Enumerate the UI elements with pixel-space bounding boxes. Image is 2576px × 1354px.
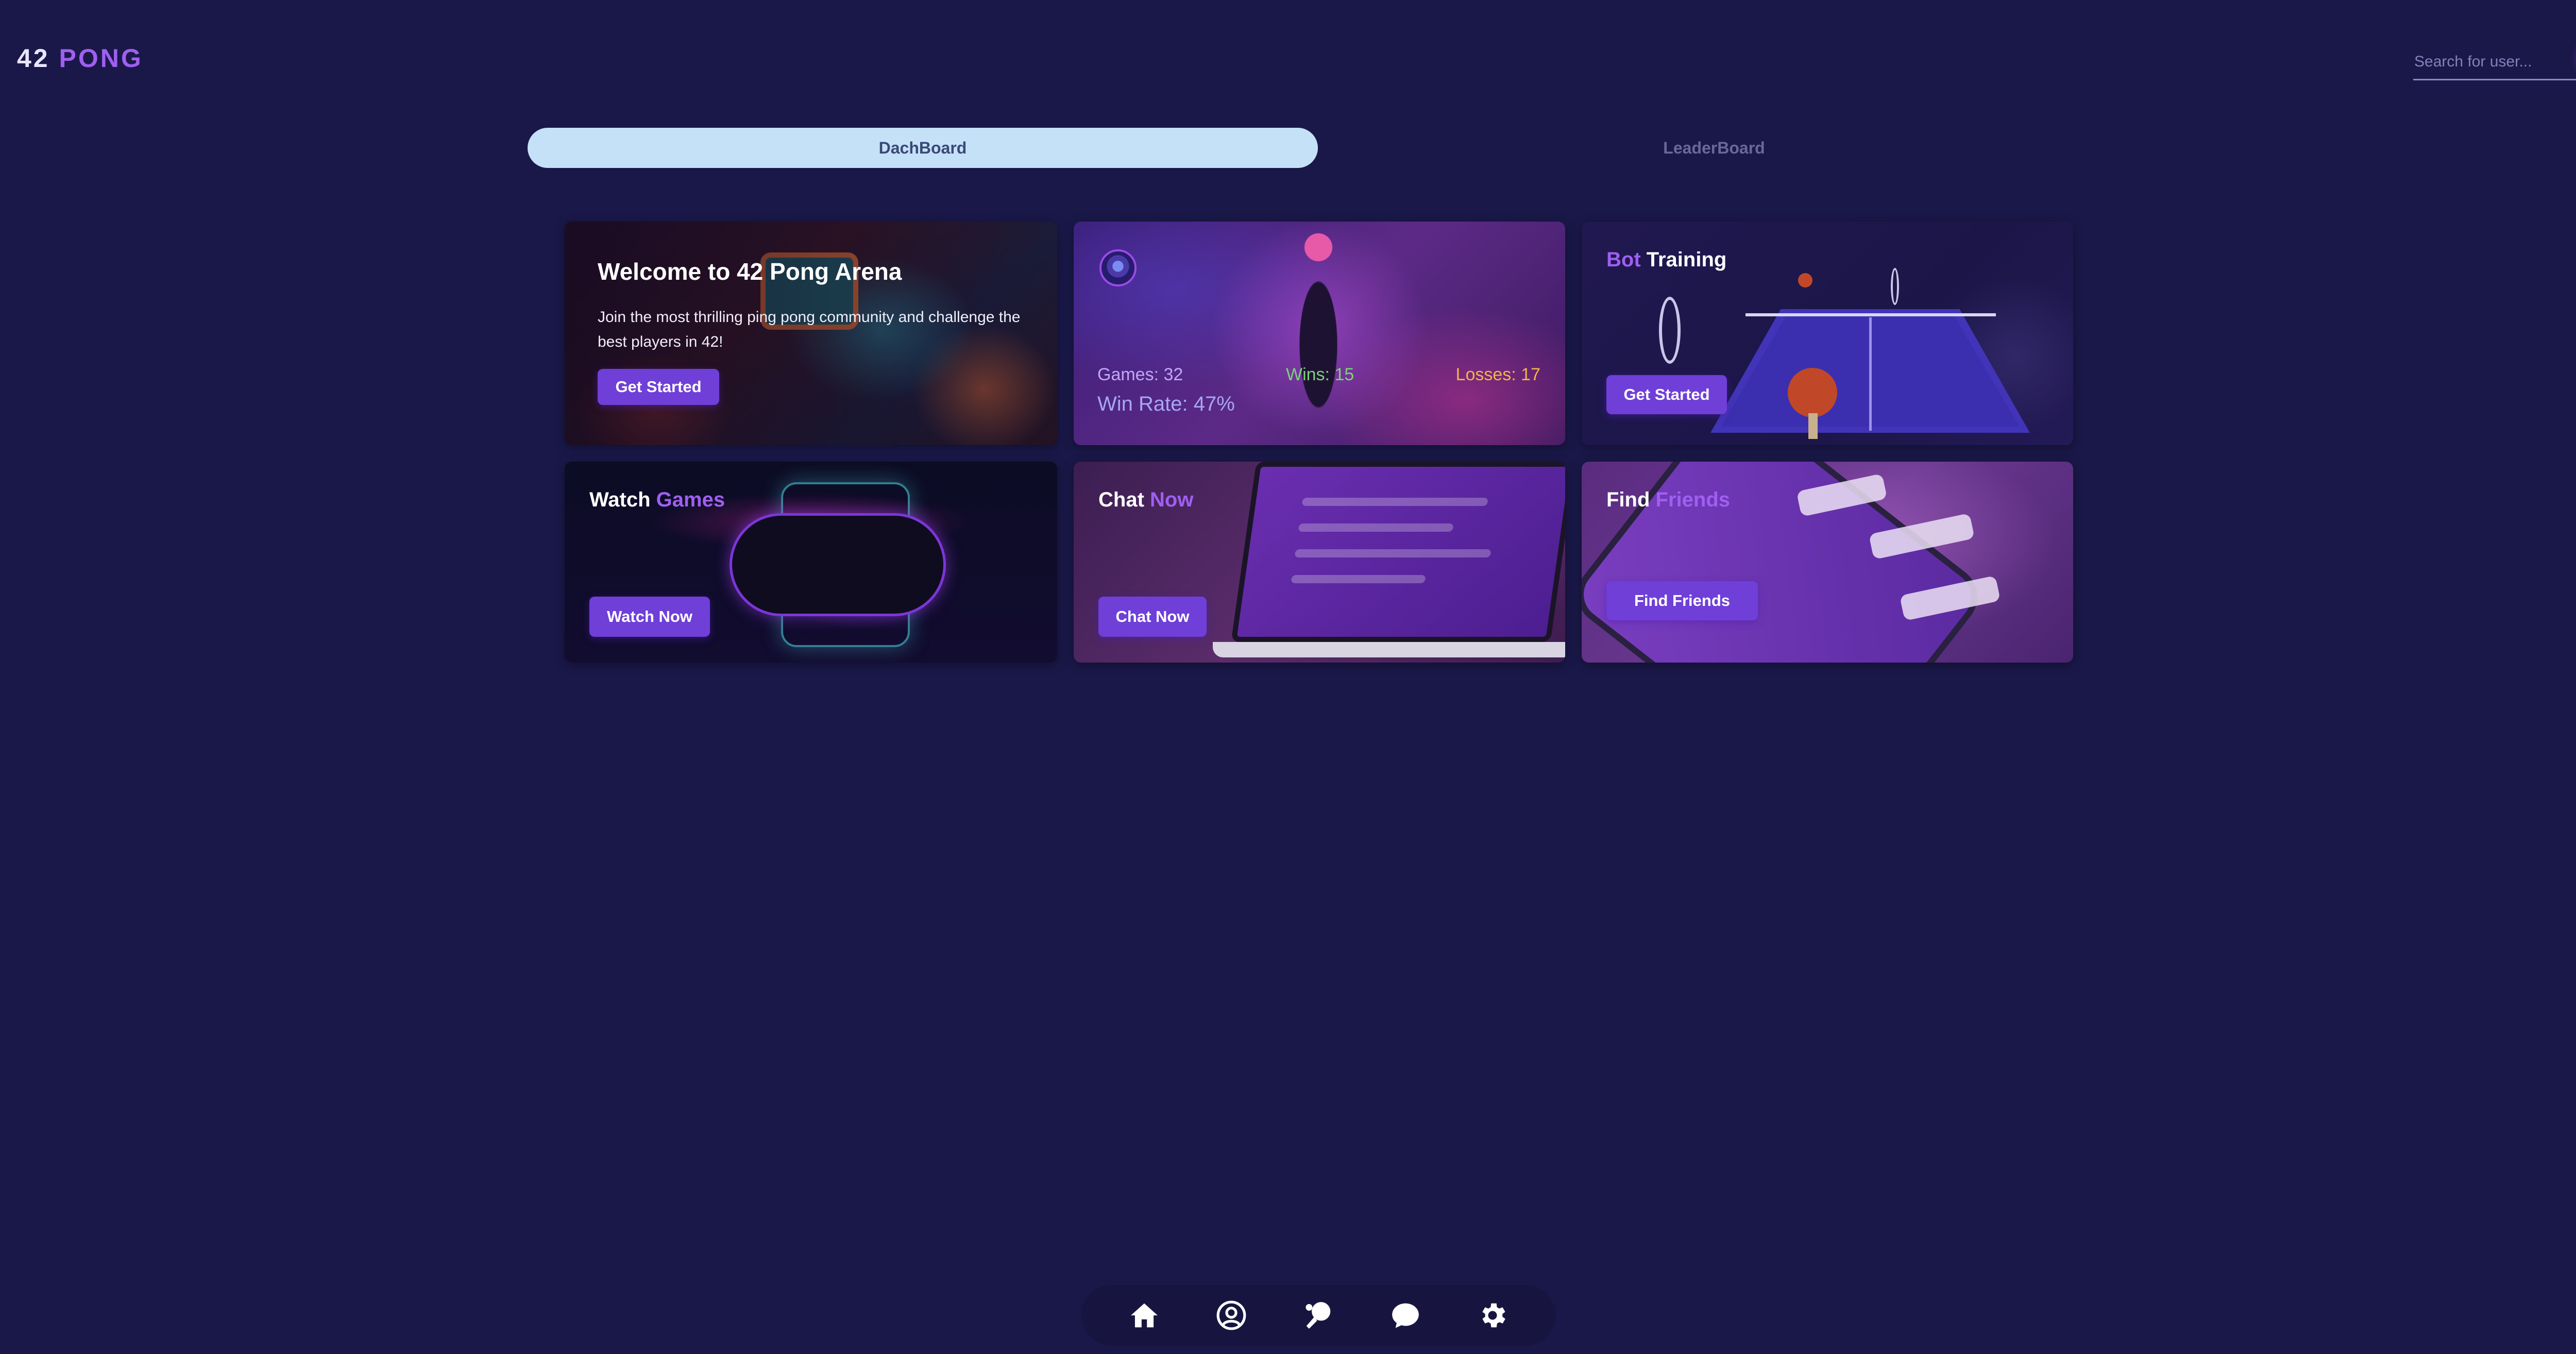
- tab-dashboard[interactable]: DachBoard: [528, 128, 1318, 168]
- gamepad-image: [730, 513, 946, 616]
- watch-games-title: Watch Games: [589, 488, 725, 511]
- bot-training-title: Bot Training: [1606, 248, 1727, 271]
- losses-count: Losses: 17: [1455, 365, 1540, 384]
- laptop-image: [1231, 462, 1565, 642]
- wins-count: Wins: 15: [1286, 365, 1354, 384]
- app-logo[interactable]: 42 PONG: [17, 43, 143, 73]
- games-count: Games: 32: [1097, 365, 1183, 384]
- profile-icon: [1216, 1300, 1246, 1330]
- find-friends-title: Find Friends: [1606, 488, 1731, 511]
- welcome-card: Welcome to 42 Pong Arena Join the most t…: [565, 222, 1057, 445]
- bottom-nav: [1081, 1285, 1556, 1346]
- chat-icon: [1392, 1303, 1419, 1328]
- chat-title: Chat Now: [1098, 488, 1194, 511]
- logo-word: PONG: [59, 44, 143, 73]
- tab-leaderboard[interactable]: LeaderBoard: [1319, 128, 2109, 168]
- nav-home[interactable]: [1121, 1292, 1168, 1339]
- home-icon: [1131, 1303, 1158, 1328]
- nav-play[interactable]: [1295, 1292, 1342, 1339]
- bot-get-started-button[interactable]: Get Started: [1606, 375, 1727, 414]
- nav-chat[interactable]: [1382, 1292, 1429, 1339]
- settings-icon: [1482, 1303, 1505, 1328]
- find-friends-button[interactable]: Find Friends: [1606, 581, 1758, 620]
- character-image: [1280, 222, 1357, 445]
- welcome-text: Join the most thrilling ping pong commun…: [598, 309, 1021, 350]
- get-started-button[interactable]: Get Started: [598, 369, 719, 405]
- logo-number: 42: [17, 44, 50, 73]
- chat-card: Chat Now Chat Now: [1074, 462, 1565, 663]
- nav-profile[interactable]: [1208, 1292, 1255, 1339]
- bot-training-card: Bot Training Get Started: [1582, 222, 2073, 445]
- watch-games-card: Watch Games Watch Now: [565, 462, 1057, 663]
- stats-card: Games: 32 Wins: 15 Losses: 17 Win Rate: …: [1074, 222, 1565, 445]
- win-rate: Win Rate: 47%: [1097, 393, 1235, 415]
- find-friends-card: Find Friends Find Friends: [1582, 462, 2073, 663]
- welcome-title: Welcome to 42 Pong Arena: [598, 258, 902, 285]
- watch-now-button[interactable]: Watch Now: [589, 597, 710, 637]
- nav-settings[interactable]: [1469, 1292, 1516, 1339]
- paddle-image: [1788, 368, 1837, 417]
- ping-pong-icon: [1306, 1302, 1331, 1329]
- user-search-input[interactable]: [2413, 44, 2576, 80]
- stats-avatar: [1099, 249, 1137, 286]
- chat-now-button[interactable]: Chat Now: [1098, 597, 1207, 637]
